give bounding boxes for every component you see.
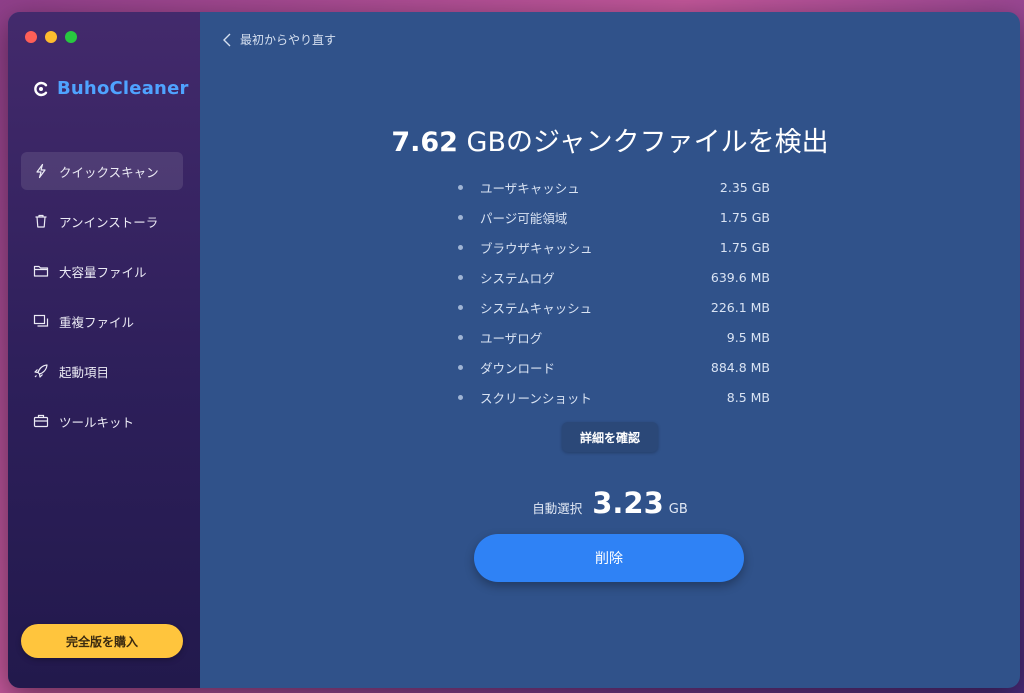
- trash-icon: [33, 213, 49, 229]
- main-panel: 最初からやり直す 7.62 GBのジャンクファイルを検出 ユーザキャッシュ 2.3…: [200, 12, 1020, 688]
- toolbox-icon: [33, 413, 49, 429]
- sidebar-item-startup-items[interactable]: 起動項目: [21, 352, 183, 390]
- bullet-icon: [458, 184, 463, 190]
- duplicate-icon: [33, 313, 49, 329]
- bullet-icon: [458, 334, 463, 340]
- buy-full-version-button[interactable]: 完全版を購入: [21, 624, 183, 658]
- junk-row: スクリーンショット 8.5 MB: [458, 382, 770, 412]
- junk-total-value: 7.62: [391, 127, 458, 158]
- auto-select-summary: 自動選択 3.23 GB: [200, 486, 1020, 520]
- app-name: BuhoCleaner: [57, 78, 189, 99]
- junk-name: システムログ: [480, 270, 555, 286]
- sidebar-item-duplicates[interactable]: 重複ファイル: [21, 302, 183, 340]
- bullet-icon: [458, 394, 463, 400]
- junk-name: スクリーンショット: [480, 390, 592, 406]
- junk-size: 1.75 GB: [719, 209, 770, 225]
- junk-row: ユーザログ 9.5 MB: [458, 322, 770, 352]
- app-window: BuhoCleaner クイックスキャン アンインストーラ 大容量ファイル 重複…: [8, 12, 1020, 688]
- bullet-icon: [458, 364, 463, 370]
- bullet-icon: [458, 274, 463, 280]
- window-controls: [25, 31, 77, 43]
- junk-row: ブラウザキャッシュ 1.75 GB: [458, 232, 770, 262]
- junk-list: ユーザキャッシュ 2.35 GB パージ可能領域 1.75 GB ブラウザキャッシュ 1.…: [458, 172, 770, 412]
- sidebar-item-label: ツールキット: [59, 414, 135, 430]
- auto-select-value: 3.23: [592, 486, 664, 520]
- junk-name: ダウンロード: [480, 360, 556, 376]
- junk-name: パージ可能領域: [480, 210, 568, 226]
- restart-label: 最初からやり直す: [240, 33, 337, 47]
- sidebar: BuhoCleaner クイックスキャン アンインストーラ 大容量ファイル 重複…: [8, 12, 200, 688]
- pulse-icon: [33, 163, 49, 179]
- junk-row: システムキャッシュ 226.1 MB: [458, 292, 770, 322]
- bullet-icon: [458, 304, 463, 310]
- brand: BuhoCleaner: [33, 78, 189, 99]
- close-window-button[interactable]: [25, 31, 37, 43]
- folder-icon: [33, 263, 49, 279]
- junk-row: パージ可能領域 1.75 GB: [458, 202, 770, 232]
- sidebar-item-label: 起動項目: [59, 364, 110, 380]
- bullet-icon: [458, 244, 463, 250]
- chevron-left-icon: [223, 33, 231, 46]
- buhocleaner-logo-icon: [34, 81, 48, 96]
- sidebar-item-toolkit[interactable]: ツールキット: [21, 402, 183, 440]
- sidebar-item-label: 大容量ファイル: [59, 264, 147, 280]
- bullet-icon: [458, 214, 463, 220]
- maximize-window-button[interactable]: [65, 31, 77, 43]
- sidebar-item-label: クイックスキャン: [59, 164, 159, 180]
- junk-total-text: GBのジャンクファイルを検出: [457, 127, 829, 158]
- junk-size: 639.6 MB: [710, 269, 770, 285]
- sidebar-item-uninstaller[interactable]: アンインストーラ: [21, 202, 183, 240]
- restart-link[interactable]: 最初からやり直す: [222, 31, 336, 48]
- minimize-window-button[interactable]: [45, 31, 57, 43]
- junk-row: ユーザキャッシュ 2.35 GB: [458, 172, 770, 202]
- junk-size: 226.1 MB: [710, 299, 770, 315]
- auto-select-unit: GB: [668, 502, 688, 517]
- rocket-icon: [33, 363, 49, 379]
- sidebar-nav: クイックスキャン アンインストーラ 大容量ファイル 重複ファイル 起動項目 ツー…: [21, 152, 183, 452]
- junk-row: システムログ 639.6 MB: [458, 262, 770, 292]
- auto-select-label: 自動選択: [532, 501, 583, 516]
- junk-size: 9.5 MB: [726, 329, 770, 345]
- review-details-button[interactable]: 詳細を確認: [562, 422, 658, 452]
- junk-size: 2.35 GB: [719, 179, 770, 195]
- scan-result-title: 7.62 GBのジャンクファイルを検出: [200, 120, 1020, 159]
- junk-size: 884.8 MB: [710, 359, 770, 375]
- junk-row: ダウンロード 884.8 MB: [458, 352, 770, 382]
- sidebar-item-label: 重複ファイル: [59, 314, 135, 330]
- junk-size: 8.5 MB: [726, 389, 770, 405]
- sidebar-item-quick-scan[interactable]: クイックスキャン: [21, 152, 183, 190]
- junk-name: システムキャッシュ: [480, 300, 593, 316]
- junk-size: 1.75 GB: [719, 239, 770, 255]
- delete-button[interactable]: 削除: [474, 534, 744, 582]
- junk-name: ブラウザキャッシュ: [480, 240, 593, 256]
- junk-name: ユーザキャッシュ: [480, 180, 580, 196]
- sidebar-item-label: アンインストーラ: [59, 214, 159, 230]
- junk-name: ユーザログ: [480, 330, 543, 346]
- sidebar-item-large-files[interactable]: 大容量ファイル: [21, 252, 183, 290]
